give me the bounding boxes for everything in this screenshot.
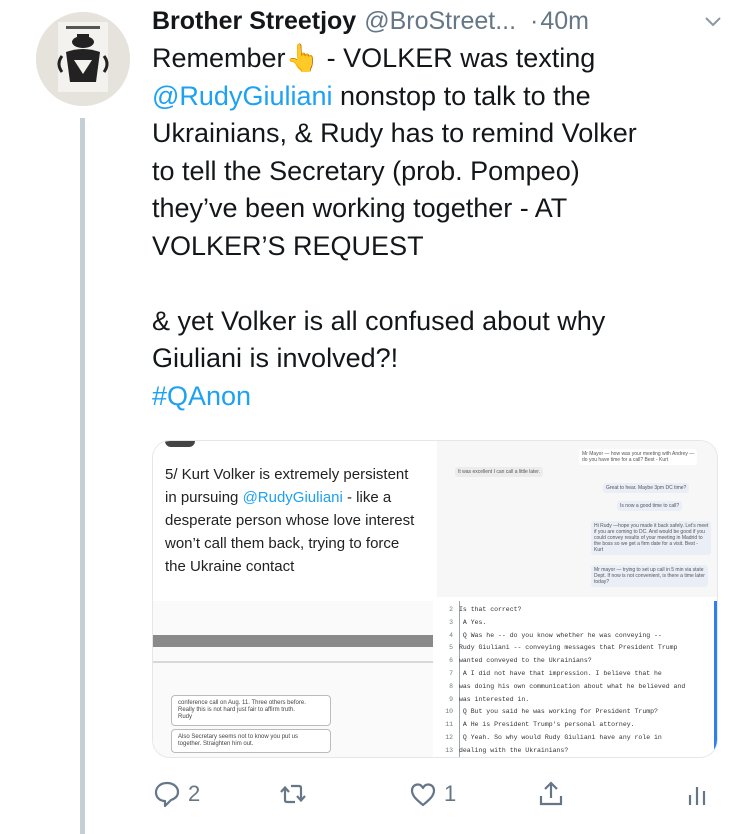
media-grid: 5/ Kurt Volker is extremely persistent i… <box>152 440 718 758</box>
chevron-down-icon[interactable] <box>702 10 724 32</box>
tweet-line: Remember👆 - VOLKER was texting <box>152 43 596 73</box>
like-count: 1 <box>444 781 457 806</box>
analytics-icon <box>688 787 706 805</box>
reply-count: 2 <box>188 781 201 806</box>
screenshot-tweet-text: 5/ Kurt Volker is extremely persistent i… <box>165 466 415 575</box>
line-text: A I did not have that impression. I beli… <box>459 670 662 677</box>
tweet-header: Brother Streetjoy @BroStreet... · 40m <box>152 4 732 38</box>
line-text: was doing his own communication about wh… <box>459 682 686 690</box>
image-divider <box>153 661 433 663</box>
reply-icon <box>154 781 180 808</box>
message-bubble: Hi Rudy —hope you made it back safely. L… <box>591 521 712 555</box>
timestamp[interactable]: 40m <box>540 7 589 36</box>
image-dark-bar <box>153 635 433 647</box>
line-text: Rudy Giuliani -- conveying messages that… <box>459 644 678 652</box>
share-icon <box>539 781 563 806</box>
author-handle[interactable]: @BroStreet... <box>364 7 516 36</box>
transcript-line: 13 dealing with the Ukrainians? <box>437 744 717 757</box>
line-number: 13 <box>445 746 453 754</box>
message-bubble: Mr Mayor — how was your meeting with And… <box>579 449 698 465</box>
share-button[interactable] <box>536 776 566 812</box>
tweet-line: & yet Volker is all confused about why <box>152 305 606 336</box>
avatar-image <box>36 12 130 106</box>
heart-icon <box>410 783 436 807</box>
tweet-actions: 2 1 <box>152 776 732 812</box>
line-text: Q Was he -- do you know whether he was c… <box>459 631 662 639</box>
avatar[interactable] <box>36 12 130 106</box>
mention-link[interactable]: @RudyGiuliani <box>152 81 332 111</box>
tweet-text: Remember👆 - VOLKER was texting @RudyGiul… <box>152 40 732 415</box>
message-bubble: Great to hear. Maybe 3pm DC time? <box>603 483 690 493</box>
tweet-line: Ukrainians, & Rudy has to remind Volker <box>152 118 637 148</box>
tweet-line: they’ve been working together - AT <box>152 193 568 223</box>
line-text: was interested in. <box>459 695 530 703</box>
line-text: A He is President Trump's personal attor… <box>459 721 635 729</box>
tweet-line: VOLKER’S REQUEST <box>152 230 424 261</box>
line-text: dealing with the Ukrainians? <box>459 746 569 754</box>
thread-connector-line <box>80 118 85 834</box>
analytics-button[interactable] <box>684 776 714 812</box>
tweet-line: to tell the Secretary (prob. Pompeo) <box>152 155 580 186</box>
retweet-button[interactable] <box>278 776 314 812</box>
message-box: Also Secretary seems not to know you put… <box>171 729 331 753</box>
reply-button[interactable]: 2 <box>152 776 200 812</box>
hashtag-link[interactable]: #QAnon <box>152 381 251 411</box>
message-box: conference call on Aug. 11. Three others… <box>171 695 331 726</box>
line-text: Q But you said he was working for Presid… <box>459 708 658 716</box>
line-text: Q Yeah. So why would Rudy Giuliani have … <box>459 734 662 741</box>
image-avatar-fragment <box>165 441 195 447</box>
media-image-1[interactable]: 5/ Kurt Volker is extremely persistent i… <box>153 441 433 597</box>
tweet-line: @RudyGiuliani nonstop to talk to the <box>152 80 591 111</box>
pointing-up-emoji: 👆 <box>285 43 320 73</box>
retweet-icon <box>280 784 306 804</box>
message-bubble: Mr mayor — trying to set up call in 5 mi… <box>591 565 708 587</box>
media-image-2[interactable]: Mr Mayor — how was your meeting with And… <box>437 441 717 597</box>
line-text: A Yes. <box>459 618 487 626</box>
message-bubble: It was excellent I can call a little lat… <box>455 467 543 477</box>
media-image-3[interactable]: conference call on Aug. 11. Three others… <box>153 601 433 757</box>
like-button[interactable]: 1 <box>408 776 456 812</box>
line-text: wanted conveyed to the Ukrainians? <box>459 657 592 665</box>
separator-dot: · <box>530 6 539 35</box>
author-name[interactable]: Brother Streetjoy <box>152 7 356 36</box>
media-image-4[interactable]: 2 Is that correct? 3 A Yes. 4 Q Was he -- d… <box>437 601 717 757</box>
media-gutter <box>153 597 717 601</box>
message-bubble: Is now a good time to call? <box>617 501 683 511</box>
line-text: Is that correct? <box>459 606 522 613</box>
tweet-line: Giuliani is involved?! <box>152 343 399 373</box>
